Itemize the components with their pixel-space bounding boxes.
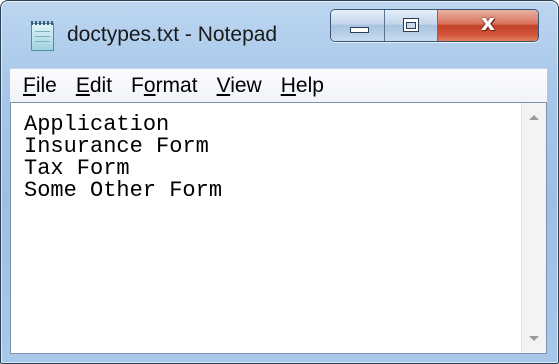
window-controls: x bbox=[330, 9, 539, 42]
menu-edit[interactable]: Edit bbox=[76, 74, 112, 98]
editor-text-area[interactable]: Application Insurance Form Tax Form Some… bbox=[11, 103, 522, 353]
menu-format[interactable]: Format bbox=[131, 74, 198, 98]
menu-file[interactable]: File bbox=[23, 74, 57, 98]
scroll-up-arrow-icon[interactable] bbox=[529, 115, 539, 120]
scroll-down-arrow-icon[interactable] bbox=[529, 336, 539, 341]
close-icon: x bbox=[480, 11, 496, 36]
window-title: doctypes.txt - Notepad bbox=[67, 23, 278, 46]
menu-bar: File Edit Format View Help bbox=[10, 68, 547, 102]
vertical-scrollbar[interactable] bbox=[521, 103, 546, 353]
close-button[interactable]: x bbox=[437, 10, 538, 41]
text-editor[interactable]: Application Insurance Form Tax Form Some… bbox=[10, 102, 547, 354]
notepad-window: doctypes.txt - Notepad x File Edit Forma… bbox=[0, 0, 559, 364]
notepad-icon[interactable] bbox=[31, 21, 54, 51]
minimize-icon bbox=[350, 27, 369, 33]
minimize-button[interactable] bbox=[331, 10, 386, 41]
maximize-button[interactable] bbox=[385, 10, 438, 41]
menu-help[interactable]: Help bbox=[281, 74, 324, 98]
title-bar[interactable]: doctypes.txt - Notepad x bbox=[1, 1, 558, 63]
menu-view[interactable]: View bbox=[217, 74, 262, 98]
maximize-icon bbox=[403, 18, 420, 32]
